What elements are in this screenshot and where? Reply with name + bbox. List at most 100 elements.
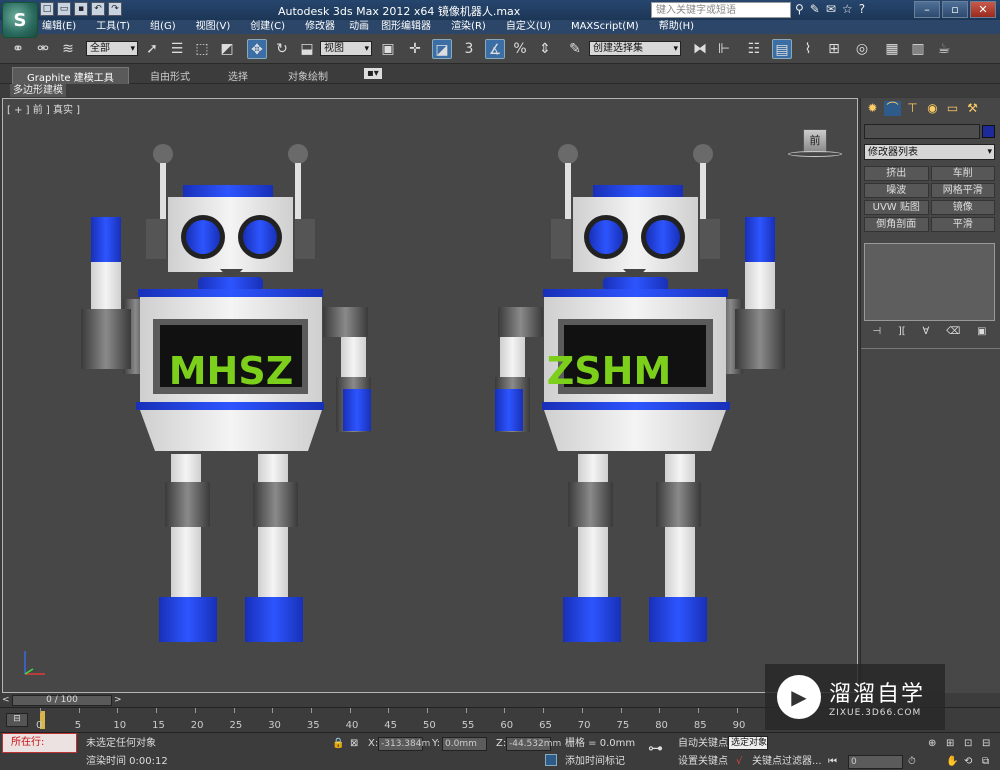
zoom-icon[interactable]: ⊕: [928, 736, 936, 751]
layer-manager-icon[interactable]: ☷: [744, 39, 764, 59]
absolute-mode-icon[interactable]: ⊠: [350, 736, 358, 751]
app-logo-icon[interactable]: S: [2, 2, 38, 38]
time-tag-icon[interactable]: [545, 754, 557, 766]
select-move-icon[interactable]: ✥: [247, 39, 267, 59]
orbit-icon[interactable]: ⟲: [964, 754, 972, 769]
tools-icon[interactable]: ✎: [810, 2, 820, 16]
z-coordinate-field[interactable]: -44.532mm: [506, 737, 561, 751]
modifier-button-noise[interactable]: 噪波: [864, 183, 929, 198]
selection-filter-dropdown[interactable]: 全部: [86, 41, 138, 56]
mirror-icon[interactable]: ⧓: [690, 39, 710, 59]
new-file-icon[interactable]: □: [40, 2, 54, 16]
keyboard-shortcut-override-icon[interactable]: ◪: [432, 39, 452, 59]
minimize-button[interactable]: –: [914, 1, 940, 18]
menu-maxscript[interactable]: MAXScript(M): [571, 20, 639, 34]
zoom-all-icon[interactable]: ⊞: [946, 736, 954, 751]
add-time-tag[interactable]: 添加时间标记: [565, 754, 625, 769]
material-editor-icon[interactable]: ◎: [852, 39, 872, 59]
selection-lock-icon[interactable]: 🔒: [332, 736, 344, 751]
menu-create[interactable]: 创建(C): [250, 20, 285, 34]
x-coordinate-field[interactable]: -313.384m: [378, 737, 430, 751]
align-icon[interactable]: ⊩: [714, 39, 734, 59]
spinner-snap-icon[interactable]: ⇕: [535, 39, 555, 59]
curve-editor-icon[interactable]: ⌇: [798, 39, 818, 59]
y-coordinate-field[interactable]: 0.0mm: [442, 737, 487, 751]
display-tab-icon[interactable]: ▭: [944, 101, 961, 116]
viewcube[interactable]: 前: [788, 129, 842, 157]
modify-tab-icon[interactable]: ⌒: [884, 101, 901, 116]
remove-modifier-icon[interactable]: ⌫: [946, 326, 960, 337]
polygon-modeling-panel[interactable]: 多边形建模: [10, 84, 66, 97]
maximize-button[interactable]: ▫: [942, 1, 968, 18]
percent-snap-icon[interactable]: %: [510, 39, 530, 59]
menu-edit[interactable]: 编辑(E): [42, 20, 76, 34]
motion-tab-icon[interactable]: ◉: [924, 101, 941, 116]
key-filter-icon[interactable]: √: [736, 754, 742, 769]
rendered-frame-window-icon[interactable]: ▥: [908, 39, 928, 59]
modifier-button-bevel-profile[interactable]: 倒角剖面: [864, 217, 929, 232]
tab-freeform[interactable]: 自由形式: [150, 68, 190, 83]
time-slider[interactable]: 0 / 100: [12, 695, 112, 706]
current-frame-field[interactable]: 0: [848, 755, 903, 769]
menu-view[interactable]: 视图(V): [196, 20, 231, 34]
hierarchy-tab-icon[interactable]: ⊤: [904, 101, 921, 116]
configure-modifier-sets-icon[interactable]: ▣: [977, 326, 986, 337]
link-icon[interactable]: ⚭: [8, 39, 28, 59]
menu-graph-editors[interactable]: 图形编辑器: [381, 20, 431, 34]
select-by-name-icon[interactable]: ☰: [167, 39, 187, 59]
menu-help[interactable]: 帮助(H): [659, 20, 694, 34]
graphite-toggle-icon[interactable]: ▤: [772, 39, 792, 59]
edit-named-selection-icon[interactable]: ✎: [565, 39, 585, 59]
search-input[interactable]: 键入关键字或短语: [651, 2, 791, 18]
schematic-view-icon[interactable]: ⊞: [824, 39, 844, 59]
binoculars-icon[interactable]: ⚲: [795, 2, 804, 16]
unlink-icon[interactable]: ⚮: [33, 39, 53, 59]
menu-modifiers[interactable]: 修改器: [305, 20, 335, 34]
window-crossing-icon[interactable]: ◩: [217, 39, 237, 59]
menu-group[interactable]: 组(G): [150, 20, 176, 34]
modifier-button-smooth[interactable]: 平滑: [930, 217, 995, 232]
tab-selection[interactable]: 选择: [228, 68, 248, 83]
front-viewport[interactable]: [ + ] 前 ] 真实 ] MHSZ ZSHM 前: [2, 98, 858, 693]
next-frame-icon[interactable]: >: [114, 695, 122, 705]
select-object-icon[interactable]: ➚: [142, 39, 162, 59]
create-tab-icon[interactable]: ✹: [864, 101, 881, 116]
goto-start-icon[interactable]: ⏮: [828, 754, 837, 769]
select-scale-icon[interactable]: ⬓: [297, 39, 317, 59]
menu-animation[interactable]: 动画: [349, 20, 369, 34]
manipulate-icon[interactable]: ✛: [405, 39, 425, 59]
modifier-button-lathe[interactable]: 车削: [930, 166, 995, 181]
undo-icon[interactable]: ↶: [91, 2, 105, 16]
prev-frame-icon[interactable]: <: [2, 695, 10, 705]
favorites-icon[interactable]: ☆: [842, 2, 853, 16]
maximize-viewport-icon[interactable]: ⧉: [982, 754, 989, 769]
object-name-field[interactable]: [864, 124, 980, 139]
tab-object-paint[interactable]: 对象绘制: [288, 68, 328, 83]
save-file-icon[interactable]: ▪: [74, 2, 88, 16]
set-key-icon[interactable]: ⊶: [648, 741, 663, 756]
snaps-toggle-icon[interactable]: 3: [459, 39, 479, 59]
modifier-button-extrude[interactable]: 挤出: [864, 166, 929, 181]
mini-curve-editor-icon[interactable]: ⊟: [6, 713, 28, 727]
maxscript-listener[interactable]: 所在行:: [2, 733, 77, 753]
zoom-extents-all-icon[interactable]: ⊟: [982, 736, 990, 751]
open-file-icon[interactable]: ▭: [57, 2, 71, 16]
modifier-stack[interactable]: [864, 243, 995, 321]
select-rotate-icon[interactable]: ↻: [272, 39, 292, 59]
auto-key-button[interactable]: 自动关键点: [678, 736, 728, 751]
show-end-result-icon[interactable]: ][: [898, 326, 906, 337]
modifier-button-mirror[interactable]: 镜像: [930, 200, 995, 215]
angle-snap-icon[interactable]: ∡: [485, 39, 505, 59]
utilities-tab-icon[interactable]: ⚒: [964, 101, 981, 116]
modifier-button-meshsmooth[interactable]: 网格平滑: [930, 183, 995, 198]
reference-coord-dropdown[interactable]: 视图: [320, 41, 372, 56]
menu-tools[interactable]: 工具(T): [96, 20, 130, 34]
bind-spacewarp-icon[interactable]: ≋: [58, 39, 78, 59]
render-setup-icon[interactable]: ▦: [882, 39, 902, 59]
set-key-button[interactable]: 设置关键点: [678, 754, 728, 769]
communication-icon[interactable]: ✉: [826, 2, 836, 16]
pivot-center-icon[interactable]: ▣: [378, 39, 398, 59]
key-filters-button[interactable]: 关键点过滤器...: [752, 754, 822, 769]
redo-icon[interactable]: ↷: [108, 2, 122, 16]
close-button[interactable]: ✕: [970, 1, 996, 18]
